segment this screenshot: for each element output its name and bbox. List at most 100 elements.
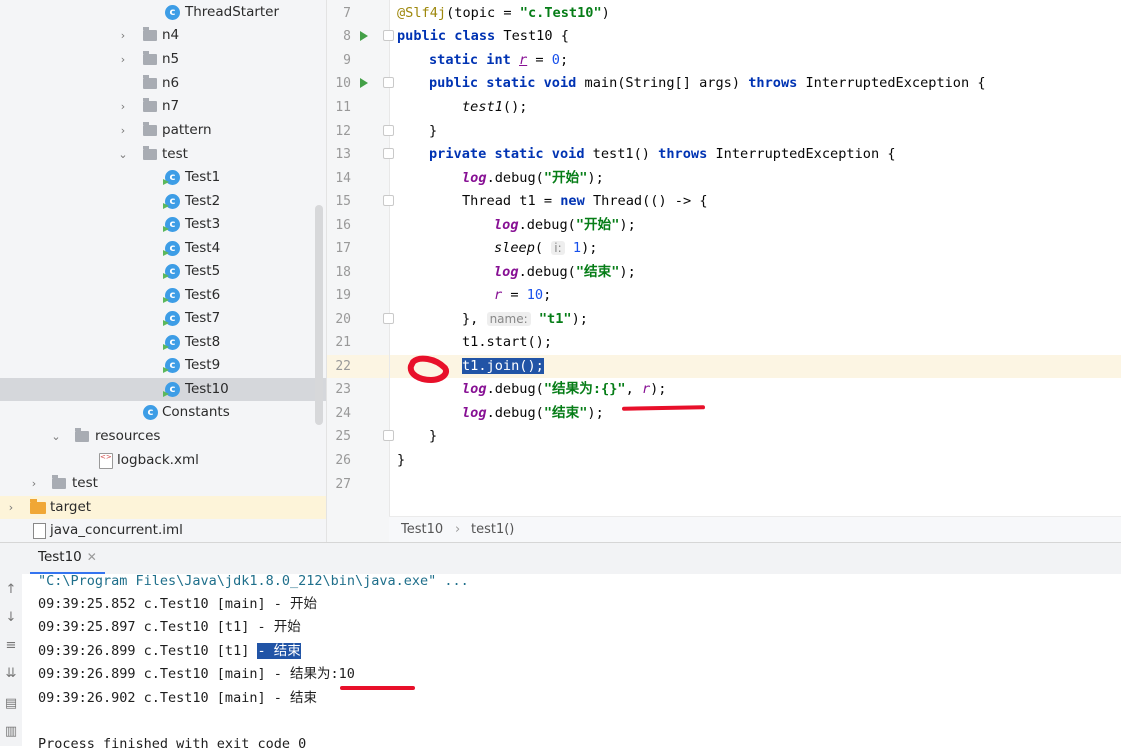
tree-item-target[interactable]: › target [0,496,326,519]
console-line-message: - 结束 [257,643,301,659]
run-tab-label: Test10 [38,549,82,565]
method-call-token: sleep [494,240,535,256]
tree-item-n7[interactable]: › n7 [0,95,326,118]
field-token: r [641,381,651,397]
package-icon [143,27,157,41]
tree-item-label: Constants [162,404,230,420]
tree-item-test8[interactable]: c Test8 [0,331,326,354]
chevron-right-icon[interactable]: › [5,496,17,519]
code-line-20: }, name: "t1"); [462,308,588,331]
tree-item-test3[interactable]: c Test3 [0,213,326,236]
tree-item-n6[interactable]: n6 [0,72,326,95]
code-line-13: private static void test1() throws Inter… [429,143,896,166]
line-number: 14 [335,171,351,186]
run-class-icon[interactable] [360,31,368,41]
breadcrumb-method[interactable]: test1() [471,522,514,537]
fold-icon[interactable] [383,195,394,206]
tree-item-pattern[interactable]: › pattern [0,119,326,142]
tree-item-n4[interactable]: › n4 [0,24,326,47]
tree-item-test1[interactable]: c Test1 [0,166,326,189]
code-token: ; [543,287,552,303]
scroll-up-icon[interactable]: ↑ [3,582,19,597]
line-number: 17 [335,241,351,256]
scroll-to-end-icon[interactable]: ⇊ [3,666,19,681]
tree-item-test4[interactable]: c Test4 [0,237,326,260]
close-icon[interactable]: ✕ [87,550,97,564]
print-icon[interactable]: ▤ [3,696,19,711]
console-line-message: 开始 [273,619,301,635]
console-line-prefix: 09:39:26.902 c.Test10 [main] - [38,690,290,706]
line-number: 18 [335,265,351,280]
tree-item-label: Test1 [185,169,221,185]
chevron-down-icon[interactable]: ⌄ [117,143,129,166]
run-main-icon[interactable] [360,78,368,88]
fold-icon[interactable] [383,313,394,324]
tree-item-test2[interactable]: c Test2 [0,190,326,213]
tree-item-n5[interactable]: › n5 [0,48,326,71]
field-token: r [494,287,503,303]
tree-item-logback-xml[interactable]: logback.xml [0,446,326,472]
tree-item-iml[interactable]: java_concurrent.iml [0,519,326,542]
tree-item-label: Test4 [185,240,221,256]
red-annotation-circle [407,355,449,384]
code-line-19: r = 10; [494,284,551,307]
annotation-token: @Slf4j [397,5,447,21]
tree-item-test9[interactable]: c Test9 [0,354,326,377]
fold-icon[interactable] [383,30,394,41]
console-line: 09:39:26.899 c.Test10 [main] - 结果为:10 [38,663,355,686]
red-underline-mark [340,686,415,690]
line-number: 15 [335,194,351,209]
console-line-message: 结束 [289,690,317,706]
runnable-class-icon: c [165,170,180,185]
number-token: 10 [526,287,544,303]
console-line-prefix: 09:39:25.852 c.Test10 [main] - [38,596,290,612]
tree-item-test-package[interactable]: ⌄ test [0,143,326,166]
string-token: "t1" [538,311,572,327]
tree-item-test5[interactable]: c Test5 [0,260,326,283]
fold-icon[interactable] [383,77,394,88]
tree-item-resources[interactable]: ⌄ resources [0,425,326,448]
tree-item-test-folder[interactable]: › test [0,472,326,495]
chevron-right-icon[interactable]: › [117,24,129,47]
fold-icon[interactable] [383,125,394,136]
fold-icon[interactable] [383,430,394,441]
code-token: ) [601,5,610,21]
log-token: log [462,405,487,421]
string-token: "结果为:{}" [543,381,626,397]
tree-item-test6[interactable]: c Test6 [0,284,326,307]
fold-icon[interactable] [383,148,394,159]
code-line-26: } [397,452,406,468]
tree-scrollbar[interactable] [315,205,323,425]
scroll-down-icon[interactable]: ↓ [3,610,19,625]
chevron-right-icon[interactable]: › [117,119,129,142]
tree-item-test7[interactable]: c Test7 [0,307,326,330]
code-line-23: log.debug("结果为:{}", r); [462,378,667,401]
keyword-token: static int [429,52,511,68]
class-icon: c [143,405,158,420]
string-token: "开始" [543,170,588,186]
tree-item-label: resources [95,428,161,444]
package-icon [143,51,157,65]
tree-item-label: pattern [162,122,212,138]
folder-icon [30,499,46,514]
chevron-down-icon[interactable]: ⌄ [50,425,62,448]
line-number: 12 [335,124,351,139]
package-icon [143,122,157,136]
tree-item-constants[interactable]: c Constants [0,401,326,424]
code-token: test1() [584,146,659,162]
tree-item-test10[interactable]: c Test10 [0,378,326,401]
console-command-line: "C:\Program Files\Java\jdk1.8.0_212\bin\… [38,573,469,589]
runnable-class-icon: c [165,311,180,326]
trash-icon[interactable]: ▥ [3,724,19,739]
line-number: 7 [343,6,351,21]
breadcrumb-class[interactable]: Test10 [401,522,443,537]
chevron-right-icon[interactable]: › [117,95,129,118]
chevron-right-icon[interactable]: › [117,48,129,71]
soft-wrap-icon[interactable]: ≡ [3,638,19,653]
code-token: = [527,52,552,68]
console-line-prefix: 09:39:26.899 c.Test10 [t1] [38,643,258,659]
tree-item-threadstarter[interactable]: c ThreadStarter [0,1,326,24]
tree-item-label: Test9 [185,357,221,373]
chevron-right-icon[interactable]: › [28,472,40,495]
tree-item-label: target [50,499,92,515]
